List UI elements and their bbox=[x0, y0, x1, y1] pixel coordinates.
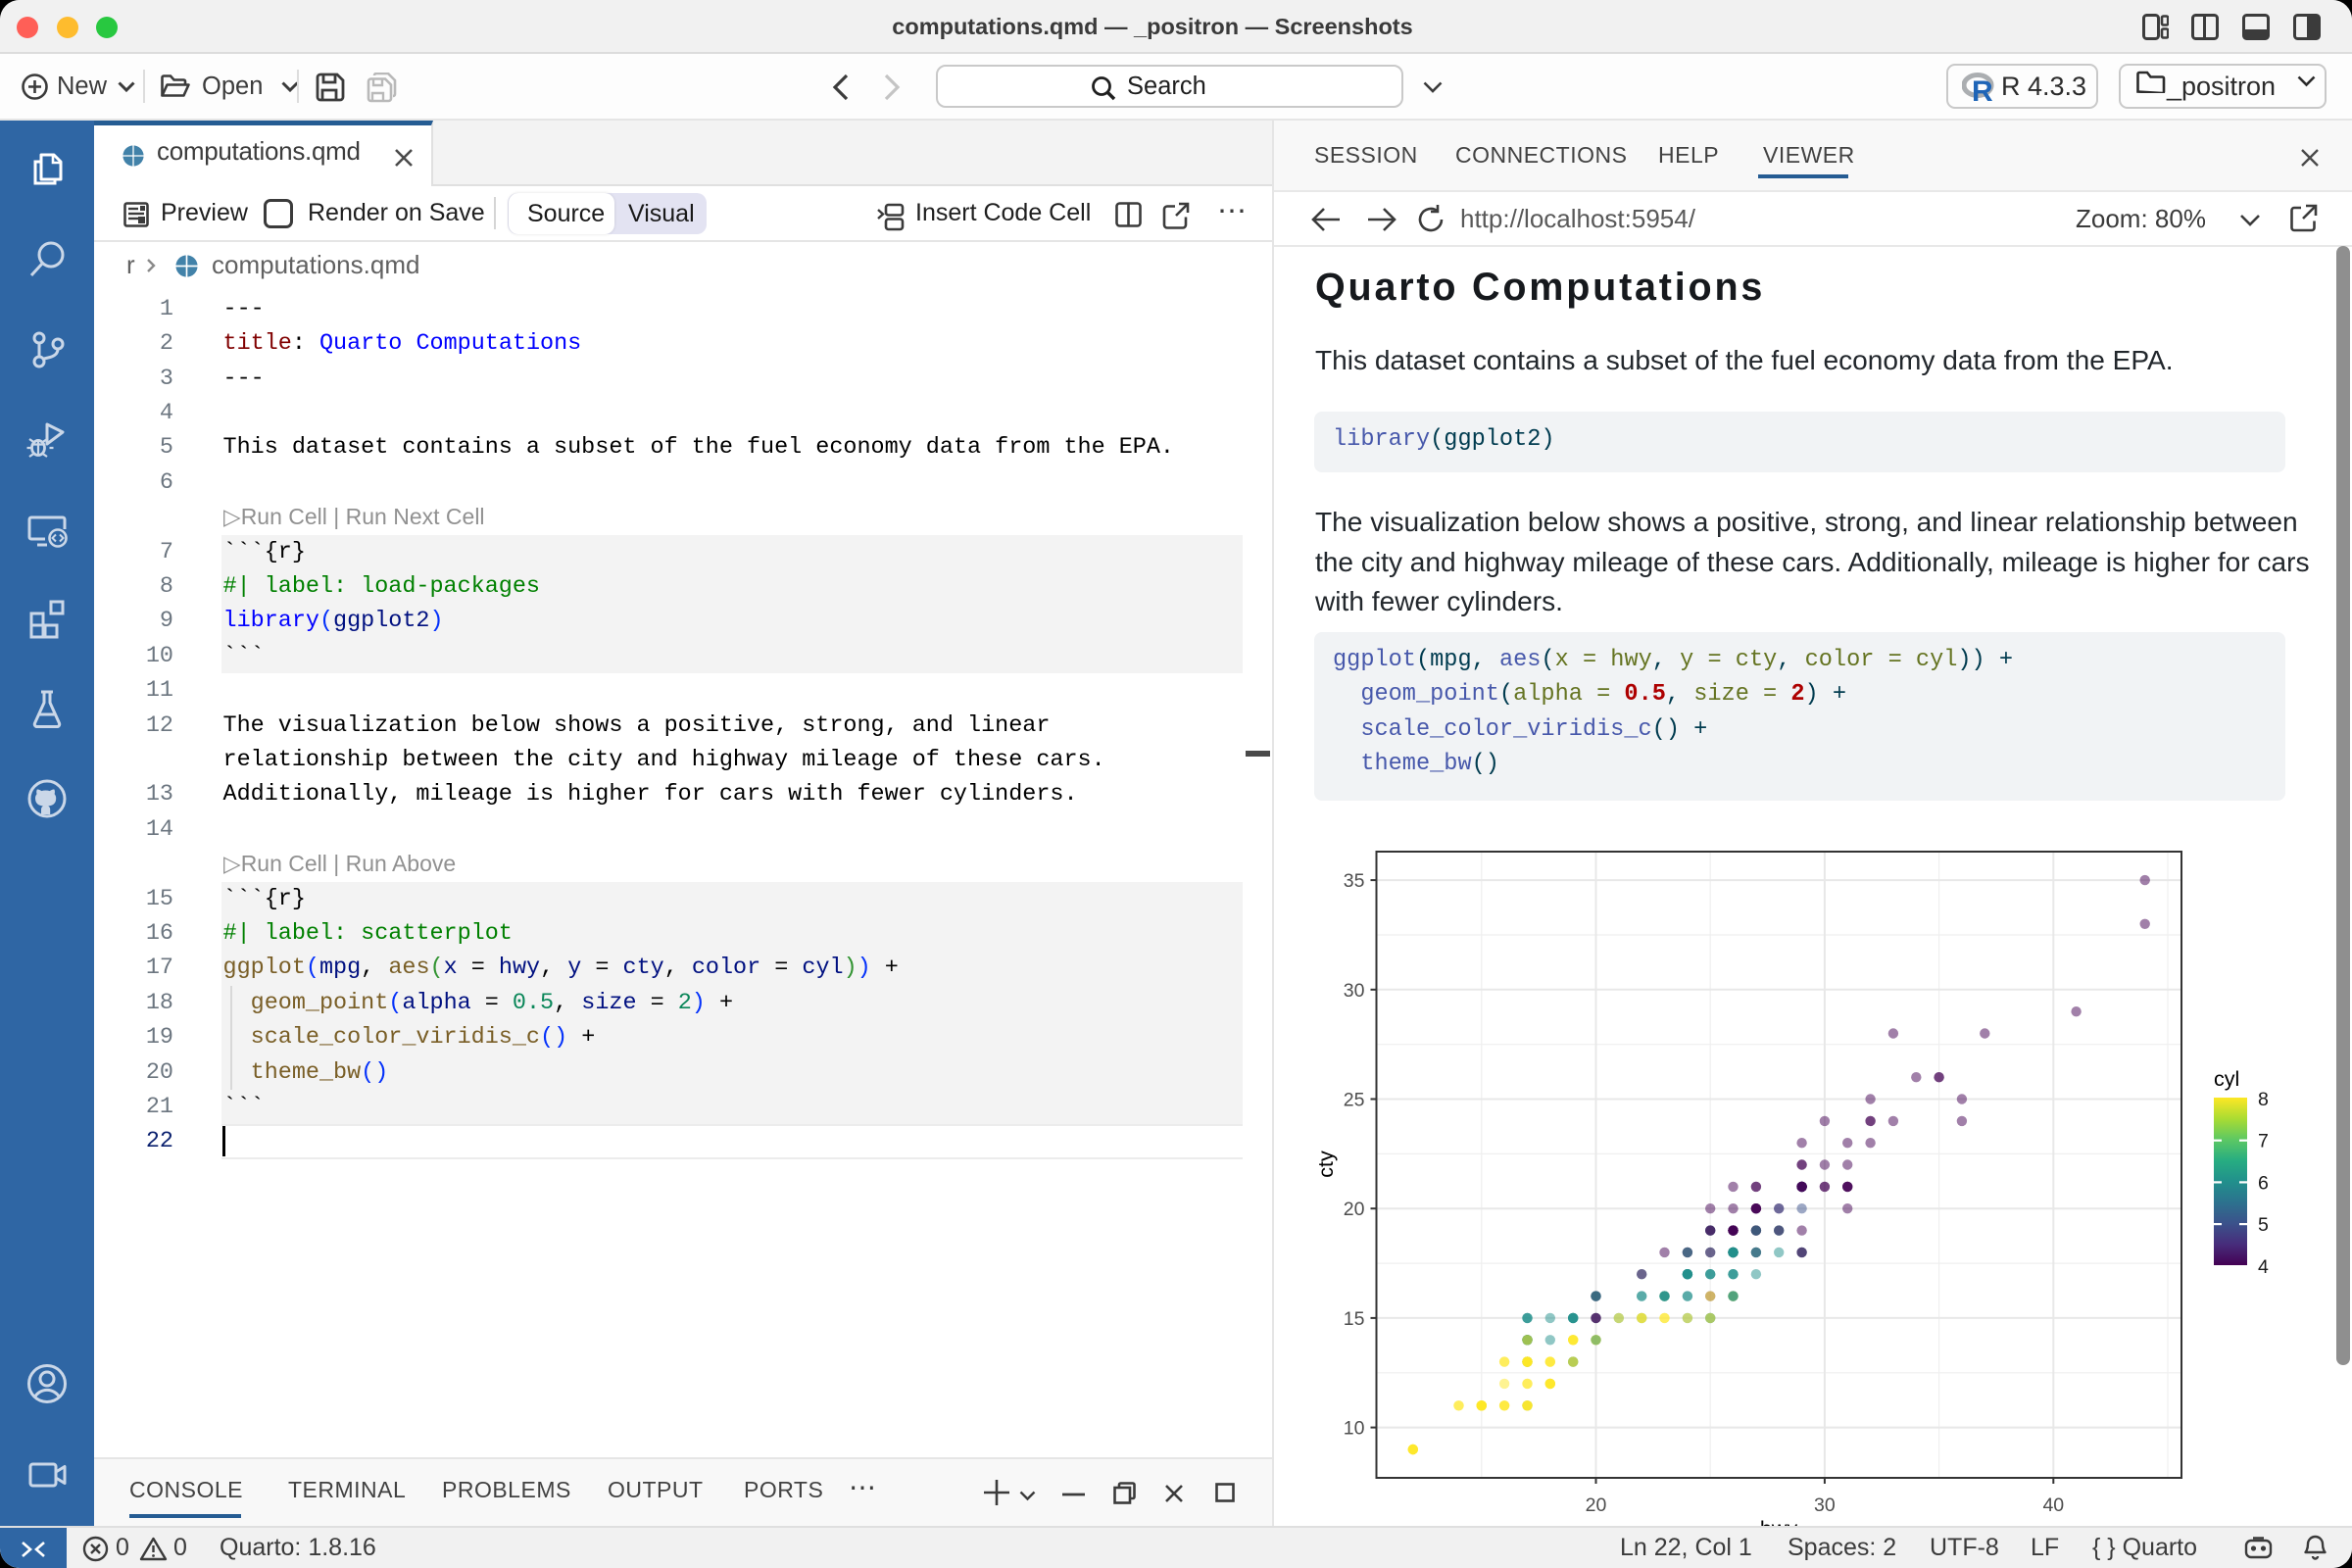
svg-text:6: 6 bbox=[2258, 1172, 2269, 1194]
svg-text:20: 20 bbox=[1586, 1494, 1607, 1516]
svg-text:35: 35 bbox=[1344, 870, 1365, 892]
svg-text:5: 5 bbox=[2258, 1214, 2269, 1236]
svg-text:4: 4 bbox=[2258, 1256, 2269, 1278]
svg-text:8: 8 bbox=[2258, 1089, 2269, 1110]
svg-text:R: R bbox=[1972, 75, 1993, 104]
svg-text:15: 15 bbox=[1344, 1308, 1365, 1330]
svg-text:25: 25 bbox=[1344, 1090, 1365, 1111]
svg-text:hwy: hwy bbox=[1760, 1517, 1797, 1526]
svg-text:10: 10 bbox=[1344, 1418, 1365, 1440]
svg-text:30: 30 bbox=[1814, 1494, 1836, 1516]
svg-text:30: 30 bbox=[1344, 980, 1365, 1002]
svg-text:cty: cty bbox=[1314, 1151, 1338, 1178]
svg-text:cyl: cyl bbox=[2214, 1067, 2239, 1091]
svg-text:20: 20 bbox=[1344, 1199, 1365, 1220]
svg-text:40: 40 bbox=[2042, 1494, 2064, 1516]
svg-text:7: 7 bbox=[2258, 1131, 2269, 1152]
